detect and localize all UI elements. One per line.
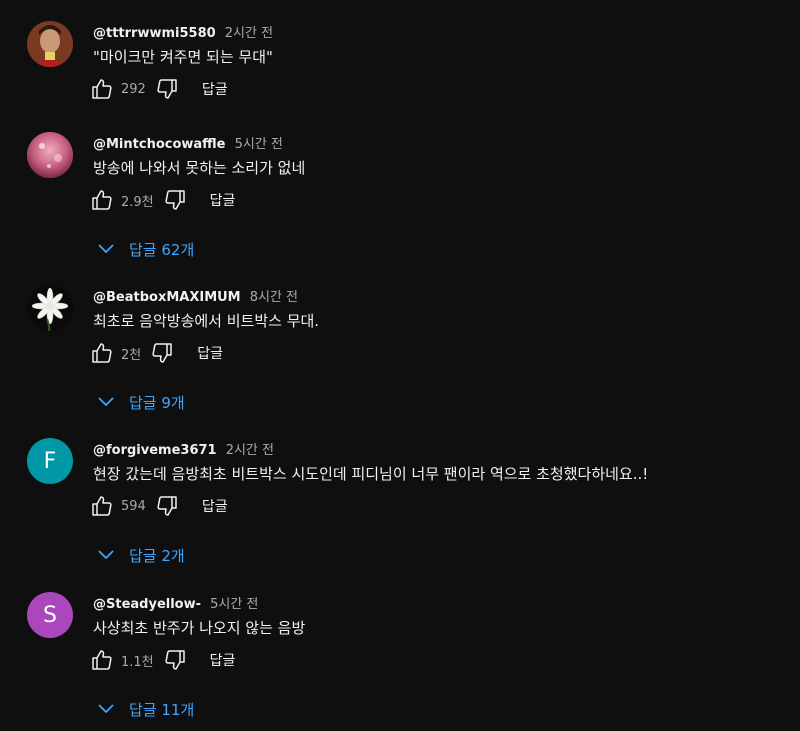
like-count: 292 bbox=[121, 81, 146, 97]
view-replies-button[interactable]: 답글 62개 bbox=[96, 237, 194, 261]
comment-actions: 2천 답글 bbox=[90, 341, 223, 365]
comment-text: "마이크만 켜주면 되는 무대" bbox=[93, 48, 273, 66]
comment-author[interactable]: @tttrrwwmi5580 bbox=[93, 26, 216, 41]
chevron-down-icon bbox=[96, 699, 116, 719]
thumb-up-icon[interactable] bbox=[90, 494, 114, 518]
comment-header: @Mintchocowaffle 5시간 전 bbox=[93, 133, 283, 153]
comment-text: 사상최초 반주가 나오지 않는 음방 bbox=[93, 619, 306, 637]
like-count: 594 bbox=[121, 498, 146, 514]
like-count: 2천 bbox=[121, 347, 142, 363]
comment-actions: 1.1천 답글 bbox=[90, 648, 235, 672]
replies-label: 답글 11개 bbox=[129, 700, 195, 719]
comment-header: @forgiveme3671 2시간 전 bbox=[93, 439, 274, 459]
thumb-up-icon[interactable] bbox=[90, 188, 114, 212]
avatar[interactable]: S bbox=[27, 592, 73, 638]
thumb-down-icon[interactable] bbox=[163, 648, 187, 672]
comment-author[interactable]: @forgiveme3671 bbox=[93, 443, 217, 458]
thumb-down-icon[interactable] bbox=[150, 341, 174, 365]
reply-button[interactable]: 답글 bbox=[202, 79, 228, 99]
chevron-down-icon bbox=[96, 392, 116, 412]
like-count: 1.1천 bbox=[121, 654, 154, 670]
avatar-letter: F bbox=[43, 448, 57, 474]
chevron-down-icon bbox=[96, 239, 116, 259]
comment-actions: 2.9천 답글 bbox=[90, 188, 235, 212]
comment-text: 최초로 음악방송에서 비트박스 무대. bbox=[93, 312, 320, 330]
view-replies-button[interactable]: 답글 11개 bbox=[96, 697, 194, 721]
comment-header: @BeatboxMAXIMUM 8시간 전 bbox=[93, 286, 298, 306]
comment-text: 방송에 나와서 못하는 소리가 없네 bbox=[93, 159, 306, 177]
replies-label: 답글 2개 bbox=[129, 546, 185, 565]
view-replies-button[interactable]: 답글 2개 bbox=[96, 543, 185, 567]
reply-button[interactable]: 답글 bbox=[210, 650, 236, 670]
like-count: 2.9천 bbox=[121, 194, 154, 210]
thumb-down-icon[interactable] bbox=[163, 188, 187, 212]
thumb-up-icon[interactable] bbox=[90, 341, 114, 365]
thumb-down-icon[interactable] bbox=[155, 494, 179, 518]
comment-time[interactable]: 5시간 전 bbox=[235, 137, 283, 152]
avatar[interactable] bbox=[27, 21, 73, 67]
comment-text: 현장 갔는데 음방최초 비트박스 시도인데 피디님이 너무 팬이라 역으로 초청… bbox=[93, 465, 649, 483]
comment-author[interactable]: @Steadyellow- bbox=[93, 597, 201, 612]
reply-button[interactable]: 답글 bbox=[202, 496, 228, 516]
comment-time[interactable]: 5시간 전 bbox=[210, 597, 258, 612]
thumb-down-icon[interactable] bbox=[155, 77, 179, 101]
replies-label: 답글 62개 bbox=[129, 240, 195, 259]
comment-time[interactable]: 2시간 전 bbox=[225, 26, 273, 41]
comment-header: @Steadyellow- 5시간 전 bbox=[93, 593, 258, 613]
comment-time[interactable]: 8시간 전 bbox=[250, 290, 298, 305]
thumb-up-icon[interactable] bbox=[90, 648, 114, 672]
reply-button[interactable]: 답글 bbox=[210, 190, 236, 210]
avatar[interactable] bbox=[27, 132, 73, 178]
comment-author[interactable]: @Mintchocowaffle bbox=[93, 137, 226, 152]
thumb-up-icon[interactable] bbox=[90, 77, 114, 101]
avatar[interactable]: F bbox=[27, 438, 73, 484]
avatar[interactable] bbox=[27, 285, 73, 331]
comment-author[interactable]: @BeatboxMAXIMUM bbox=[93, 290, 241, 305]
replies-label: 답글 9개 bbox=[129, 393, 185, 412]
avatar-letter: S bbox=[43, 602, 57, 628]
reply-button[interactable]: 답글 bbox=[197, 343, 223, 363]
comment-time[interactable]: 2시간 전 bbox=[226, 443, 274, 458]
comment-header: @tttrrwwmi5580 2시간 전 bbox=[93, 22, 273, 42]
comment-actions: 594 답글 bbox=[90, 494, 228, 518]
comment-actions: 292 답글 bbox=[90, 77, 228, 101]
chevron-down-icon bbox=[96, 545, 116, 565]
view-replies-button[interactable]: 답글 9개 bbox=[96, 390, 185, 414]
